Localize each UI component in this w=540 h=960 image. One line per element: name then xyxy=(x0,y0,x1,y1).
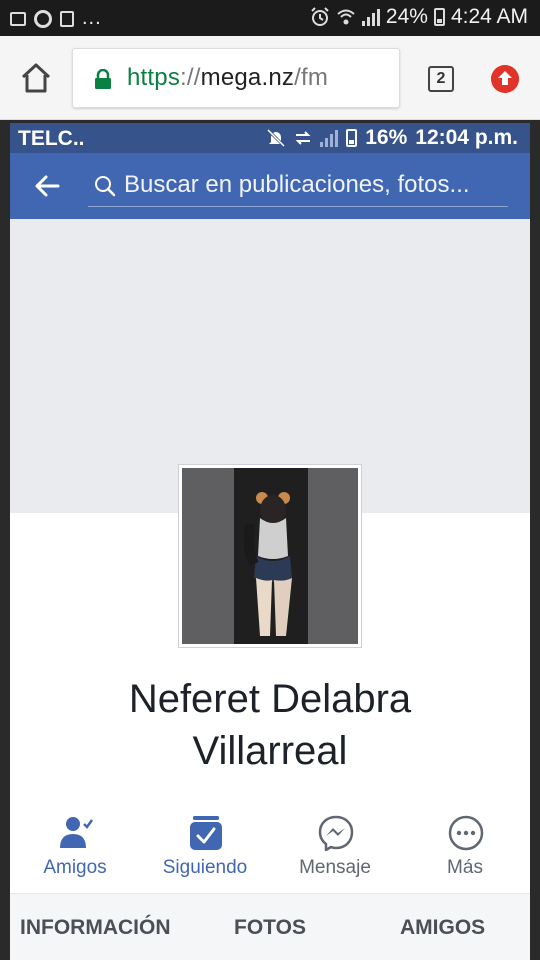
more-label: Más xyxy=(447,857,483,878)
secure-lock-icon xyxy=(95,69,111,89)
data-transfer-icon xyxy=(295,131,311,145)
friends-label: Amigos xyxy=(43,857,107,878)
profile-tabs: INFORMACIÓN FOTOS AMIGOS xyxy=(10,893,530,960)
more-icon xyxy=(448,815,484,851)
tab-friends[interactable]: AMIGOS xyxy=(400,916,485,940)
carrier-name: TELC.. xyxy=(18,127,85,150)
search-icon xyxy=(95,176,116,197)
search-placeholder: Buscar en publicaciones, fotos... xyxy=(124,171,470,198)
search-input[interactable]: Buscar en publicaciones, fotos... xyxy=(88,165,508,207)
tab-information[interactable]: INFORMACIÓN xyxy=(20,916,171,940)
browser-toolbar: https://mega.nz/fm 2 xyxy=(0,36,540,120)
following-button[interactable]: Siguiendo xyxy=(140,813,270,889)
following-label: Siguiendo xyxy=(162,857,248,878)
gallery-notification-icon xyxy=(10,11,26,26)
upload-icon[interactable] xyxy=(491,65,519,93)
alarm-icon xyxy=(311,7,329,26)
home-icon[interactable] xyxy=(18,60,54,96)
facebook-screenshot: TELC.. 16% 12:04 p.m. Buscar en publicac… xyxy=(10,123,530,960)
url-text: https://mega.nz/fm xyxy=(127,64,329,91)
device-notification-icon xyxy=(60,10,74,27)
os-clock: 4:24 AM xyxy=(450,5,528,28)
profile-picture[interactable] xyxy=(178,464,362,648)
following-check-icon xyxy=(190,816,222,850)
message-button[interactable]: Mensaje xyxy=(270,813,400,889)
fb-battery-percent: 16% xyxy=(365,126,408,149)
fb-header: Buscar en publicaciones, fotos... xyxy=(10,153,530,219)
more-notifications-indicator: ... xyxy=(82,7,102,29)
profile-name-line1: Neferet Delabra xyxy=(128,677,412,721)
back-arrow-icon[interactable] xyxy=(34,173,60,199)
message-label: Mensaje xyxy=(299,857,371,878)
more-button[interactable]: Más xyxy=(400,813,530,889)
address-bar[interactable]: https://mega.nz/fm xyxy=(72,48,400,108)
profile-name: Neferet Delabra Villarreal xyxy=(10,673,530,777)
messenger-icon xyxy=(318,815,354,851)
signal-icon xyxy=(361,8,380,26)
battery-percent: 24% xyxy=(385,5,428,28)
os-status-bar: ... 24% 4:24 AM xyxy=(0,0,540,36)
fb-status-bar: TELC.. 16% 12:04 p.m. xyxy=(10,123,530,153)
fb-battery-icon xyxy=(346,129,358,147)
profile-actions: Amigos Siguiendo Mensaje Más xyxy=(10,813,530,889)
wifi-icon xyxy=(337,9,355,25)
tab-photos[interactable]: FOTOS xyxy=(234,916,306,940)
battery-icon xyxy=(433,8,445,26)
profile-photo xyxy=(182,468,358,644)
tab-switcher-button[interactable]: 2 xyxy=(428,66,454,92)
fb-clock: 12:04 p.m. xyxy=(415,126,518,149)
fb-signal-icon xyxy=(320,129,339,147)
profile-name-line2: Villarreal xyxy=(192,729,348,773)
chrome-notification-icon xyxy=(34,9,52,28)
mute-icon xyxy=(267,128,286,148)
friends-button[interactable]: Amigos xyxy=(10,813,140,889)
person-silhouette xyxy=(243,492,292,636)
friends-check-icon xyxy=(60,817,94,848)
